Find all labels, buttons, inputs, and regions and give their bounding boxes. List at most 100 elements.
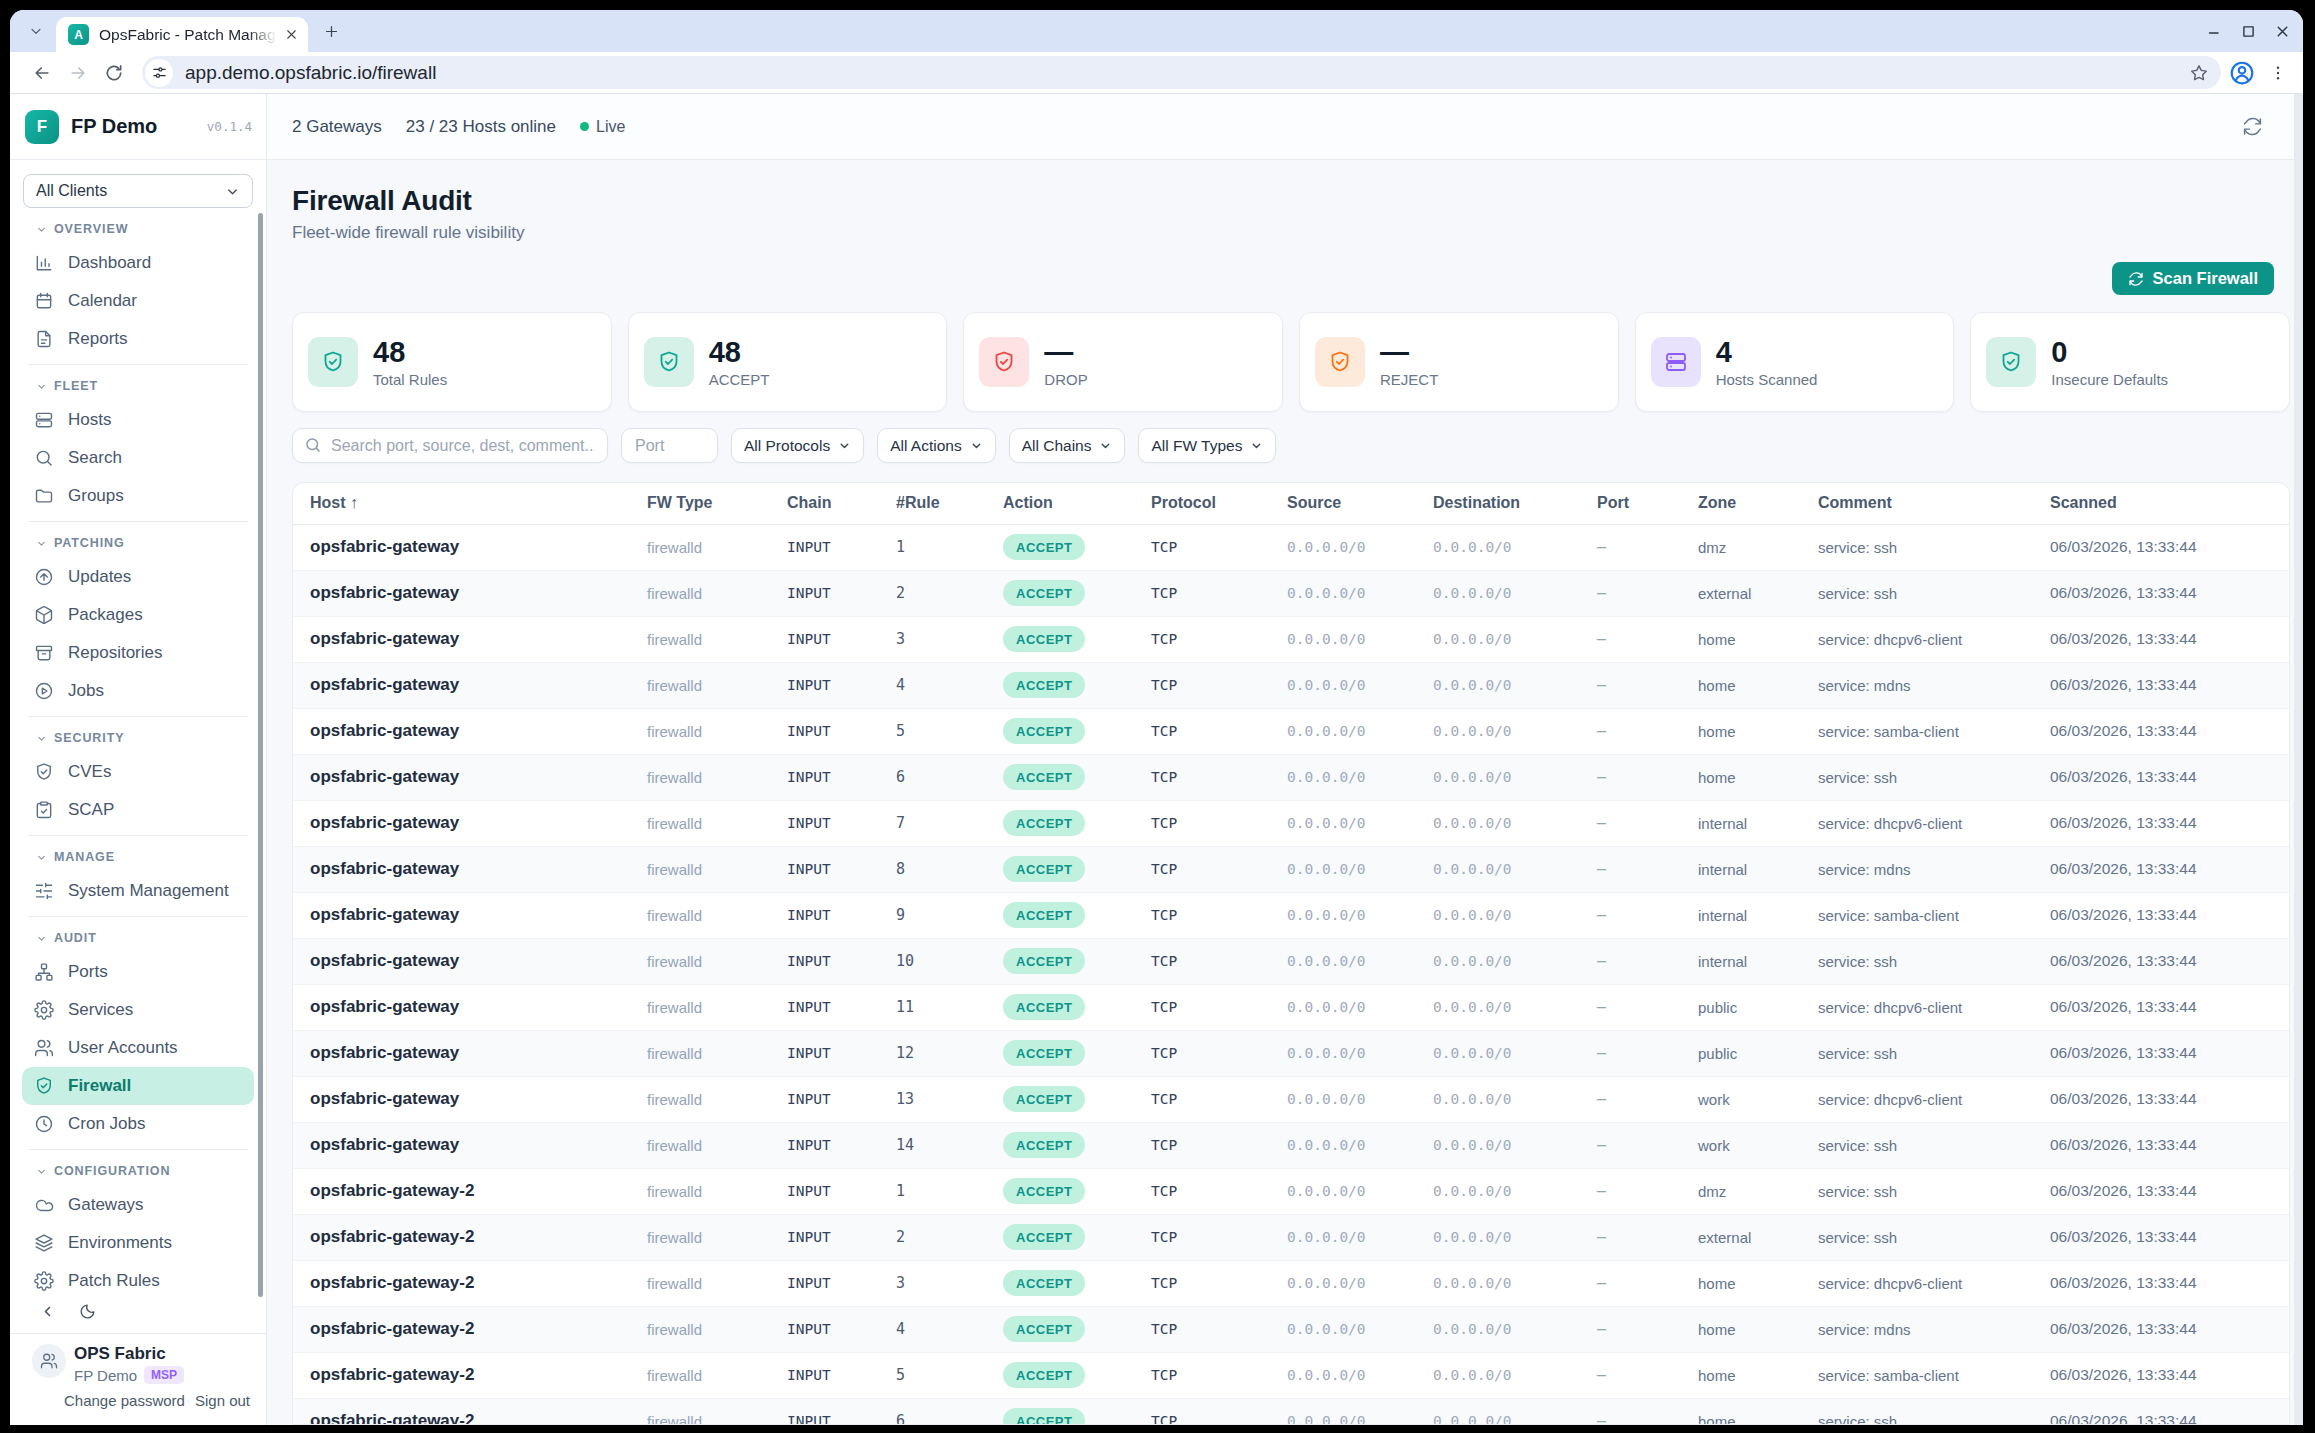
filter-select-value: All FW Types <box>1151 437 1242 455</box>
cell-comment: service: dhcpv6-client <box>1801 616 2033 662</box>
column-header-port[interactable]: Port <box>1580 483 1681 524</box>
maximize-button[interactable] <box>2240 23 2257 40</box>
browser-menu-icon[interactable] <box>2269 64 2287 82</box>
column-header-fw-type[interactable]: FW Type <box>630 483 770 524</box>
nav-section-label[interactable]: SECURITY <box>10 723 266 753</box>
nav-section-text: MANAGE <box>54 850 115 864</box>
filter-select-all-actions[interactable]: All Actions <box>877 428 996 463</box>
close-window-button[interactable] <box>2274 23 2291 40</box>
scan-firewall-button[interactable]: Scan Firewall <box>2112 262 2274 295</box>
filter-select-all-protocols[interactable]: All Protocols <box>731 428 864 463</box>
column-header-scanned[interactable]: Scanned <box>2033 483 2289 524</box>
stat-label: REJECT <box>1380 371 1438 388</box>
accept-badge: ACCEPT <box>1003 1086 1085 1112</box>
address-bar[interactable]: app.demo.opsfabric.io/firewall <box>142 56 2221 89</box>
sidebar-item-scap[interactable]: SCAP <box>10 791 266 829</box>
column-header-source[interactable]: Source <box>1270 483 1416 524</box>
sidebar-item-firewall[interactable]: Firewall <box>22 1067 254 1105</box>
sidebar-item-hosts[interactable]: Hosts <box>10 401 266 439</box>
stat-card-reject: —REJECT <box>1299 312 1619 412</box>
refresh-icon[interactable] <box>2242 116 2263 137</box>
sidebar-item-ports[interactable]: Ports <box>10 953 266 991</box>
column-header--rule[interactable]: #Rule <box>879 483 986 524</box>
column-header-destination[interactable]: Destination <box>1416 483 1580 524</box>
tab-close-icon[interactable] <box>282 26 300 44</box>
change-password-link[interactable]: Change password <box>64 1392 185 1409</box>
nav-section-label[interactable]: AUDIT <box>10 923 266 953</box>
profile-avatar-icon[interactable] <box>2229 60 2255 86</box>
nav-section-text: PATCHING <box>54 536 125 550</box>
nav-section-text: CONFIGURATION <box>54 1164 170 1178</box>
sidebar-item-services[interactable]: Services <box>10 991 266 1029</box>
sidebar-item-system-management[interactable]: System Management <box>10 872 266 910</box>
back-button[interactable] <box>32 63 52 83</box>
page-scrollbar[interactable] <box>2294 94 2303 1425</box>
sidebar-item-environments[interactable]: Environments <box>10 1224 266 1262</box>
sidebar-scrollbar[interactable] <box>258 213 263 1297</box>
sidebar-item-search[interactable]: Search <box>10 439 266 477</box>
tab-search-chevron-icon[interactable] <box>22 17 50 45</box>
nav-divider <box>28 835 248 836</box>
cell-protocol: TCP <box>1134 524 1270 570</box>
sidebar-item-label: Search <box>68 448 122 468</box>
port-input[interactable] <box>621 428 718 463</box>
sidebar-item-cron-jobs[interactable]: Cron Jobs <box>10 1105 266 1143</box>
collapse-sidebar-icon[interactable] <box>38 1302 57 1321</box>
cell-chain: INPUT <box>770 800 879 846</box>
cell-fw-type: firewalld <box>630 846 770 892</box>
cell-protocol: TCP <box>1134 1260 1270 1306</box>
sidebar-item-updates[interactable]: Updates <box>10 558 266 596</box>
column-header-protocol[interactable]: Protocol <box>1134 483 1270 524</box>
bookmark-star-icon[interactable] <box>2189 63 2209 83</box>
chevron-down-icon <box>838 439 851 452</box>
sidebar-item-patch-rules[interactable]: Patch Rules <box>10 1262 266 1300</box>
archive-icon <box>34 643 54 663</box>
nav-section-label[interactable]: CONFIGURATION <box>10 1156 266 1186</box>
sidebar-item-groups[interactable]: Groups <box>10 477 266 515</box>
nav-section-label[interactable]: OVERVIEW <box>10 214 266 244</box>
sidebar-item-gateways[interactable]: Gateways <box>10 1186 266 1224</box>
cell-destination: 0.0.0.0/0 <box>1416 1352 1580 1398</box>
column-header-comment[interactable]: Comment <box>1801 483 2033 524</box>
cell-action: ACCEPT <box>986 1306 1134 1352</box>
column-header-host[interactable]: Host ↑ <box>293 483 630 524</box>
sidebar-item-calendar[interactable]: Calendar <box>10 282 266 320</box>
sidebar-item-repositories[interactable]: Repositories <box>10 634 266 672</box>
sidebar-item-reports[interactable]: Reports <box>10 320 266 358</box>
column-header-action[interactable]: Action <box>986 483 1134 524</box>
nav-section-label[interactable]: FLEET <box>10 371 266 401</box>
cell-destination: 0.0.0.0/0 <box>1416 754 1580 800</box>
sidebar-item-packages[interactable]: Packages <box>10 596 266 634</box>
cell-rule: 8 <box>879 846 986 892</box>
sidebar-item-cves[interactable]: CVEs <box>10 753 266 791</box>
sidebar-item-jobs[interactable]: Jobs <box>10 672 266 710</box>
client-filter-select[interactable]: All Clients <box>23 174 253 208</box>
filter-select-all-fw-types[interactable]: All FW Types <box>1138 428 1276 463</box>
dark-mode-icon[interactable] <box>78 1302 97 1321</box>
new-tab-button[interactable] <box>316 16 346 46</box>
site-settings-icon[interactable] <box>145 59 173 87</box>
accept-badge: ACCEPT <box>1003 994 1085 1020</box>
forward-button[interactable] <box>68 63 88 83</box>
accept-badge: ACCEPT <box>1003 1316 1085 1342</box>
reload-button[interactable] <box>104 63 124 83</box>
cell-fw-type: firewalld <box>630 1352 770 1398</box>
cell-comment: service: samba-client <box>1801 708 2033 754</box>
cell-source: 0.0.0.0/0 <box>1270 1398 1416 1425</box>
cell-action: ACCEPT <box>986 846 1134 892</box>
browser-tab[interactable]: A OpsFabric - Patch Manag <box>56 17 308 52</box>
search-input[interactable] <box>292 428 608 463</box>
accept-badge: ACCEPT <box>1003 534 1085 560</box>
minimize-button[interactable] <box>2206 23 2223 40</box>
cell-port: – <box>1580 1214 1681 1260</box>
sidebar-item-dashboard[interactable]: Dashboard <box>10 244 266 282</box>
column-header-chain[interactable]: Chain <box>770 483 879 524</box>
cell-rule: 6 <box>879 754 986 800</box>
nav-section-label[interactable]: MANAGE <box>10 842 266 872</box>
filter-select-all-chains[interactable]: All Chains <box>1009 428 1126 463</box>
nav-section-label[interactable]: PATCHING <box>10 528 266 558</box>
sign-out-link[interactable]: Sign out <box>195 1392 250 1409</box>
stat-icon-chip <box>979 337 1029 387</box>
sidebar-item-user-accounts[interactable]: User Accounts <box>10 1029 266 1067</box>
column-header-zone[interactable]: Zone <box>1681 483 1801 524</box>
